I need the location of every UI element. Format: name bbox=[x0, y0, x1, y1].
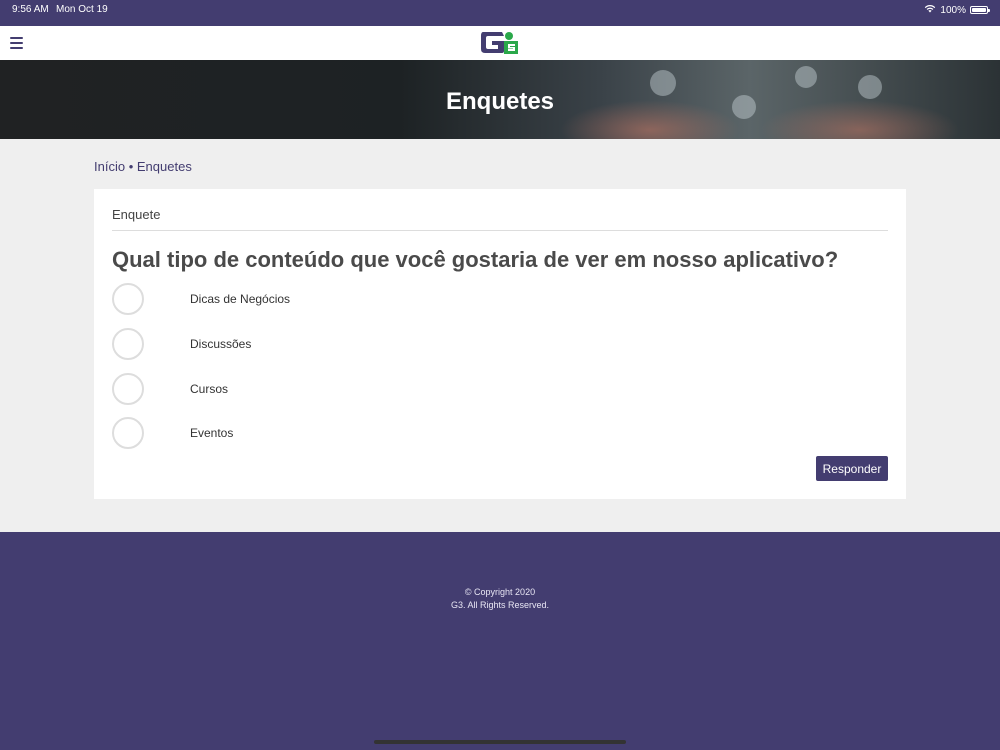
poll-option-cursos[interactable]: Cursos bbox=[112, 373, 512, 405]
radio-button[interactable] bbox=[112, 373, 144, 405]
breadcrumb-separator: • bbox=[128, 159, 134, 174]
responder-button[interactable]: Responder bbox=[816, 456, 888, 481]
radio-button[interactable] bbox=[112, 417, 144, 449]
breadcrumb-home-link[interactable]: Início bbox=[94, 159, 125, 174]
page-title: Enquetes bbox=[445, 88, 555, 115]
radio-button[interactable] bbox=[112, 283, 144, 315]
battery-percentage: 100% bbox=[940, 4, 966, 16]
radio-button[interactable] bbox=[112, 328, 144, 360]
g3-logo[interactable] bbox=[480, 30, 520, 56]
breadcrumb-current[interactable]: Enquetes bbox=[137, 159, 192, 174]
poll-option-label: Cursos bbox=[190, 382, 229, 396]
status-time: 9:56 AM bbox=[12, 4, 49, 15]
footer: © Copyright 2020 G3. All Rights Reserved… bbox=[0, 532, 1000, 750]
poll-option-eventos[interactable]: Eventos bbox=[112, 417, 512, 449]
wifi-icon bbox=[924, 4, 936, 16]
poll-option-label: Dicas de Negócios bbox=[190, 292, 291, 306]
poll-option-dicas-de-negocios[interactable]: Dicas de Negócios bbox=[112, 283, 512, 315]
poll-card: Enquete Qual tipo de conteúdo que você g… bbox=[94, 189, 906, 499]
poll-option-label: Discussões bbox=[190, 337, 252, 351]
footer-text: © Copyright 2020 G3. All Rights Reserved… bbox=[0, 586, 1000, 612]
breadcrumb: Início • Enquetes bbox=[94, 159, 192, 174]
poll-question: Qual tipo de conteúdo que você gostaria … bbox=[112, 247, 839, 272]
navbar bbox=[0, 26, 1000, 60]
hamburger-menu-icon[interactable] bbox=[10, 37, 23, 49]
poll-option-discussoes[interactable]: Discussões bbox=[112, 328, 512, 360]
poll-option-label: Eventos bbox=[190, 426, 234, 440]
status-right: 100% bbox=[924, 4, 990, 16]
poll-card-header: Enquete bbox=[112, 207, 888, 231]
status-date: Mon Oct 19 bbox=[56, 4, 108, 15]
hero-banner: Enquetes bbox=[0, 60, 1000, 139]
status-bar: 9:56 AM Mon Oct 19 100% bbox=[0, 0, 1000, 26]
battery-icon bbox=[970, 6, 990, 14]
hero-background-decoration bbox=[795, 66, 817, 88]
copyright-text: © Copyright 2020 bbox=[464, 587, 536, 597]
home-indicator[interactable] bbox=[374, 740, 626, 744]
rights-text: G3. All Rights Reserved. bbox=[450, 600, 550, 610]
